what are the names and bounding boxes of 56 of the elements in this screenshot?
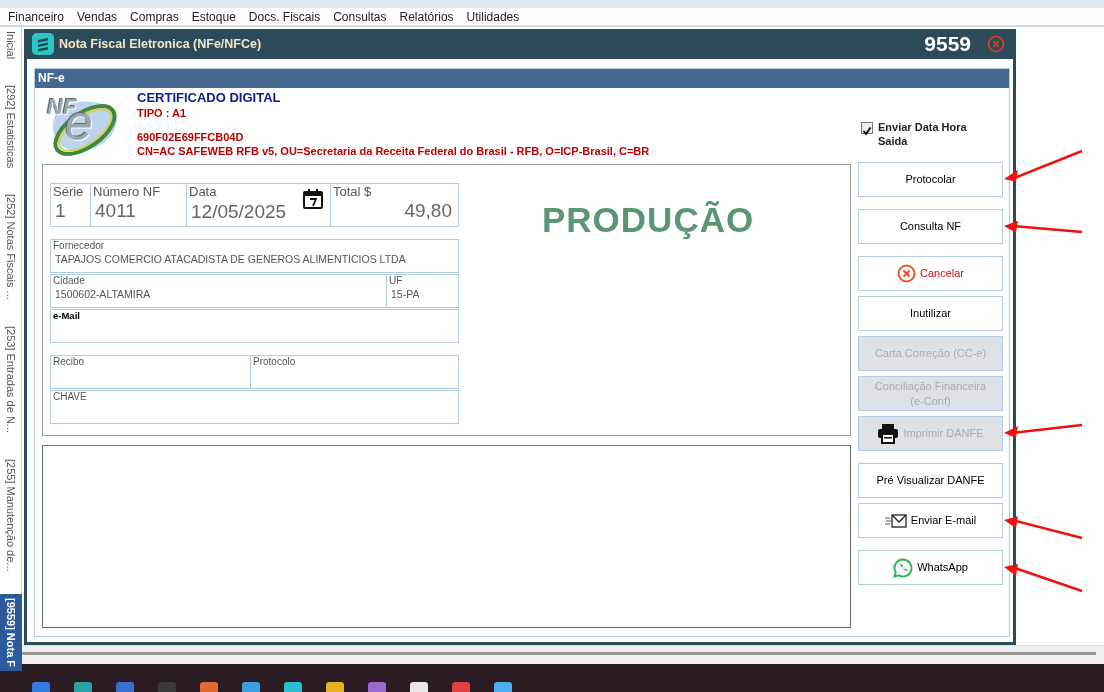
taskbar-icon[interactable] bbox=[32, 682, 50, 692]
close-icon[interactable] bbox=[987, 35, 1005, 53]
taskbar-icon[interactable] bbox=[242, 682, 260, 692]
taskbar-icon[interactable] bbox=[326, 682, 344, 692]
cancel-icon bbox=[897, 264, 916, 283]
checkbox-label: Enviar Data Hora Saida bbox=[878, 120, 968, 148]
action-button[interactable]: Consulta NF bbox=[858, 209, 1003, 244]
action-button[interactable]: WhatsApp bbox=[858, 550, 1003, 585]
action-button[interactable]: Inutilizar bbox=[858, 296, 1003, 331]
form-field[interactable]: CHAVE bbox=[51, 391, 458, 423]
action-button[interactable]: Enviar E-mail bbox=[858, 503, 1003, 538]
taskbar-icon[interactable] bbox=[74, 682, 92, 692]
menu-item[interactable]: Estoque bbox=[191, 7, 236, 26]
field-label: CHAVE bbox=[53, 391, 87, 403]
certificate-heading: CERTIFICADO DIGITAL bbox=[137, 90, 282, 106]
certificate-subject: CN=AC SAFEWEB RFB v5, OU=Secretaria da Receita Federal do Brasil - RFB, O=ICP-Brasil, C=BR bbox=[137, 144, 650, 158]
menu-item[interactable]: Relatórios bbox=[399, 7, 454, 26]
taskbar-icon[interactable] bbox=[116, 682, 134, 692]
form-field[interactable]: e-Mail bbox=[51, 310, 458, 342]
envelope-icon bbox=[884, 513, 907, 528]
action-button[interactable]: Cancelar bbox=[858, 256, 1003, 291]
app-icon bbox=[32, 33, 54, 55]
taskbar-icon[interactable] bbox=[368, 682, 386, 692]
whatsapp-icon bbox=[893, 557, 914, 578]
taskbar-icon[interactable] bbox=[452, 682, 470, 692]
side-tab[interactable]: [253] Entradas de N... bbox=[0, 322, 22, 456]
taskbar-icon[interactable] bbox=[494, 682, 512, 692]
record-number: 9559 bbox=[924, 31, 971, 58]
menu-item[interactable]: Utilidades bbox=[466, 7, 520, 26]
side-tab[interactable]: [252] Notas Fiscais ... bbox=[0, 190, 22, 323]
side-tab[interactable]: [292] Estatisticas bbox=[0, 81, 22, 191]
side-tab[interactable]: Inicial bbox=[0, 27, 22, 82]
window-title: Nota Fiscal Eletronica (NFe/NFCe) bbox=[59, 35, 262, 53]
certificate-serial: 690F02E69FFCB04D bbox=[137, 130, 245, 144]
menu-item[interactable]: Consultas bbox=[333, 7, 387, 26]
menu-item[interactable]: Docs. Fiscais bbox=[248, 7, 321, 26]
field-value: TAPAJOS COMERCIO ATACADISTA DE GENEROS ALIMENTICIOS LTDA bbox=[54, 252, 407, 266]
environment-label: PRODUÇÃO bbox=[542, 199, 755, 241]
menu-item[interactable]: Compras bbox=[130, 7, 179, 26]
side-tab[interactable]: [255] Manutenção de... bbox=[0, 455, 22, 594]
taskbar-icon[interactable] bbox=[200, 682, 218, 692]
menu-item[interactable]: Financeiro bbox=[8, 7, 65, 26]
field-label: e-Mail bbox=[53, 310, 80, 322]
panel-header: NF-e bbox=[35, 69, 1009, 88]
taskbar-icon[interactable] bbox=[284, 682, 302, 692]
printer-icon bbox=[877, 423, 900, 444]
certificate-type: TIPO : A1 bbox=[137, 106, 188, 120]
menu-item[interactable]: Vendas bbox=[77, 7, 118, 26]
form-field[interactable]: Fornecedor TAPAJOS COMERCIO ATACADISTA DE GENEROS ALIMENTICIOS LTDA bbox=[51, 240, 458, 272]
taskbar-icon[interactable] bbox=[158, 682, 176, 692]
action-button[interactable]: Protocolar bbox=[858, 162, 1003, 197]
side-tab[interactable]: [9559] Nota F bbox=[0, 593, 22, 671]
checkbox[interactable] bbox=[861, 122, 873, 134]
action-button[interactable]: Pré Visualizar DANFE bbox=[858, 463, 1003, 498]
field-label: Fornecedor bbox=[53, 240, 105, 252]
taskbar-icon[interactable] bbox=[410, 682, 428, 692]
